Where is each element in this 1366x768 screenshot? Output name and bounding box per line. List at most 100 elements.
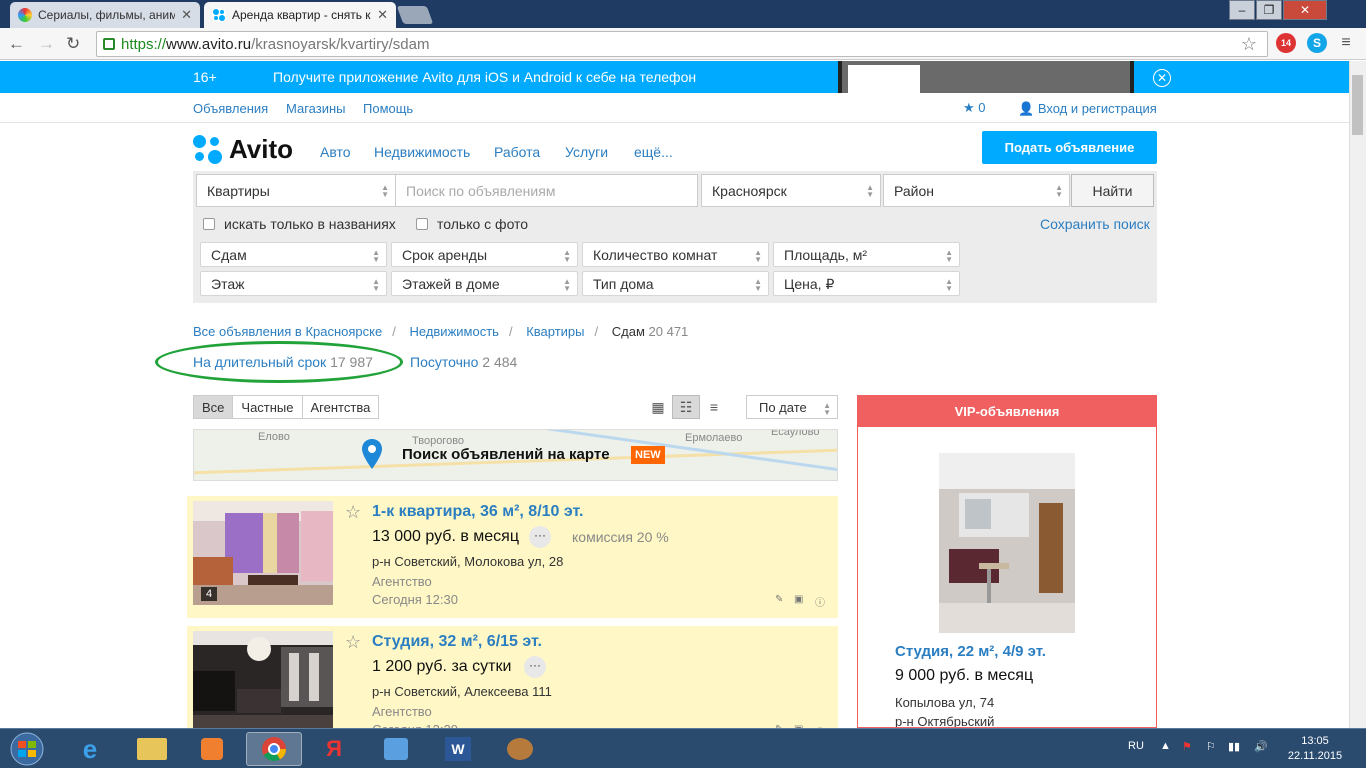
filter-rent-term[interactable]: Срок аренды ▲ ▼: [391, 242, 578, 267]
tray-flag-icon[interactable]: ⚐: [1206, 740, 1216, 753]
vip-listing-title[interactable]: Студия, 22 м², 4/9 эт.: [895, 643, 1046, 660]
app-promo-banner[interactable]: 16+ Получите приложение Avito для iOS и …: [0, 61, 1349, 93]
banner-close-icon[interactable]: ✕: [1153, 69, 1171, 87]
list-view-icon[interactable]: ☷: [672, 395, 700, 419]
eraser-icon[interactable]: ✎: [775, 594, 783, 605]
nav-link-ads[interactable]: Объявления: [193, 101, 268, 116]
map-pin-icon: [362, 439, 382, 469]
language-indicator[interactable]: RU: [1128, 740, 1144, 752]
post-ad-button[interactable]: Подать объявление: [982, 131, 1157, 164]
windows-start-icon[interactable]: [5, 731, 49, 767]
favorite-star-icon[interactable]: ☆: [345, 632, 361, 653]
more-options-icon[interactable]: ···: [524, 656, 546, 678]
sort-select[interactable]: По дате ▲ ▼: [746, 395, 838, 419]
filter-house-type[interactable]: Тип дома ▲ ▼: [582, 271, 769, 296]
filter-deal-type[interactable]: Сдам ▲ ▼: [200, 242, 387, 267]
avito-logo[interactable]: Avito: [193, 134, 293, 165]
category-realty[interactable]: Недвижимость: [374, 144, 470, 160]
word-taskbar-icon[interactable]: W: [430, 732, 486, 766]
adblock-icon[interactable]: 14: [1276, 33, 1296, 53]
address-bar[interactable]: https:// www.avito.ru /krasnoyarsk/kvart…: [96, 31, 1268, 57]
browser-tabbar: Сериалы, фильмы, аним ✕ Аренда квартир -…: [0, 0, 1366, 28]
info-icon[interactable]: ⓘ: [815, 594, 825, 609]
listing-title[interactable]: 1-к квартира, 36 м², 8/10 эт.: [372, 503, 583, 521]
tab-close-icon[interactable]: ✕: [377, 7, 388, 23]
volume-icon[interactable]: 🔊: [1254, 740, 1268, 753]
subcategory-daily[interactable]: Посуточно 2 484: [410, 354, 517, 370]
search-input[interactable]: Поиск по объявлениям: [395, 174, 698, 207]
owner-tab-agencies[interactable]: Агентства: [301, 395, 380, 419]
filter-floors-total[interactable]: Этажей в доме ▲ ▼: [391, 271, 578, 296]
explorer-taskbar-icon[interactable]: [124, 732, 180, 766]
more-options-icon[interactable]: ···: [529, 526, 551, 548]
favorite-star-icon[interactable]: ☆: [345, 502, 361, 523]
tray-warning-icon[interactable]: ⚑: [1182, 740, 1192, 753]
paint-taskbar-icon[interactable]: [492, 732, 548, 766]
browser-tab[interactable]: Сериалы, фильмы, аним ✕: [10, 2, 200, 28]
category-jobs[interactable]: Работа: [494, 144, 540, 160]
speaker-taskbar-icon[interactable]: [368, 732, 424, 766]
system-clock[interactable]: 13:05 22.11.2015: [1284, 734, 1346, 764]
yandex-taskbar-icon[interactable]: Я: [306, 732, 362, 766]
listing-photo[interactable]: 4: [193, 501, 333, 605]
page-scrollbar[interactable]: [1349, 61, 1366, 728]
reload-icon[interactable]: ↻: [66, 34, 80, 54]
compact-view-icon[interactable]: ≡: [700, 395, 728, 419]
app-promo-text[interactable]: Получите приложение Avito для iOS и Andr…: [273, 69, 696, 85]
vip-photo[interactable]: [939, 453, 1075, 633]
scrollbar-thumb[interactable]: [1352, 75, 1363, 135]
media-player-taskbar-icon[interactable]: [184, 732, 240, 766]
owner-tab-private[interactable]: Частные: [232, 395, 303, 419]
nav-link-shops[interactable]: Магазины: [286, 101, 346, 116]
city-select[interactable]: Красноярск ▲ ▼: [701, 174, 881, 207]
subcategory-label[interactable]: Посуточно: [410, 354, 478, 370]
skype-icon[interactable]: S: [1307, 33, 1327, 53]
only-photo-checkbox[interactable]: только с фото: [416, 216, 528, 232]
login-link[interactable]: 👤 Вход и регистрация: [1018, 101, 1157, 117]
forward-icon[interactable]: →: [38, 34, 55, 54]
back-icon[interactable]: ←: [8, 34, 25, 54]
nav-link-help[interactable]: Помощь: [363, 101, 413, 116]
save-search-link[interactable]: Сохранить поиск: [1040, 216, 1150, 232]
avito-favicon-icon: [212, 8, 226, 22]
favorites-link[interactable]: ★ 0: [963, 100, 986, 116]
category-more[interactable]: ещё...: [634, 144, 673, 160]
vip-listing-price: 9 000 руб. в месяц: [895, 667, 1034, 684]
menu-icon[interactable]: ≡: [1336, 33, 1356, 53]
bookmark-star-icon[interactable]: ☆: [1241, 34, 1257, 55]
owner-tab-all[interactable]: Все: [193, 395, 234, 419]
select-arrows-icon: ▲ ▼: [945, 277, 953, 293]
tab-close-icon[interactable]: ✕: [181, 7, 192, 23]
map-search-banner[interactable]: Елово Творогово Ермолаево Есаулово Поиск…: [193, 429, 838, 481]
breadcrumb-link[interactable]: Квартиры: [526, 324, 584, 339]
district-select[interactable]: Район ▲ ▼: [883, 174, 1070, 207]
listing-title[interactable]: Студия, 32 м², 6/15 эт.: [372, 633, 542, 651]
breadcrumb-link[interactable]: Все объявления в Красноярске: [193, 324, 382, 339]
category-select[interactable]: Квартиры ▲ ▼: [196, 174, 396, 207]
checkbox-box[interactable]: [416, 218, 428, 230]
new-tab-button[interactable]: [396, 6, 434, 24]
breadcrumb-link[interactable]: Недвижимость: [409, 324, 498, 339]
category-services[interactable]: Услуги: [565, 144, 608, 160]
minimize-icon[interactable]: –: [1229, 0, 1255, 20]
find-button[interactable]: Найти: [1071, 174, 1154, 207]
restore-icon[interactable]: ❐: [1256, 0, 1282, 20]
listing-item[interactable]: 4 ☆ 1-к квартира, 36 м², 8/10 эт. 13 000…: [187, 496, 838, 618]
grid-view-icon[interactable]: ▦: [644, 395, 672, 419]
chrome-taskbar-icon[interactable]: [246, 732, 302, 766]
network-icon[interactable]: ▮▮: [1228, 740, 1240, 753]
filter-price[interactable]: Цена, ₽ ▲ ▼: [773, 271, 960, 296]
clock-date: 22.11.2015: [1287, 750, 1343, 762]
ie-taskbar-icon[interactable]: e: [62, 732, 118, 766]
filter-rooms[interactable]: Количество комнат ▲ ▼: [582, 242, 769, 267]
only-titles-checkbox[interactable]: искать только в названиях: [203, 216, 396, 232]
listing-photo[interactable]: [193, 631, 333, 735]
checkbox-box[interactable]: [203, 218, 215, 230]
filter-area[interactable]: Площадь, м² ▲ ▼: [773, 242, 960, 267]
category-auto[interactable]: Авто: [320, 144, 351, 160]
window-close-icon[interactable]: ✕: [1283, 0, 1327, 20]
filter-floor[interactable]: Этаж ▲ ▼: [200, 271, 387, 296]
doc-icon[interactable]: ▣: [794, 594, 803, 605]
tray-expand-icon[interactable]: ▲: [1160, 740, 1171, 752]
browser-tab-active[interactable]: Аренда квартир - снять к ✕: [204, 2, 396, 28]
